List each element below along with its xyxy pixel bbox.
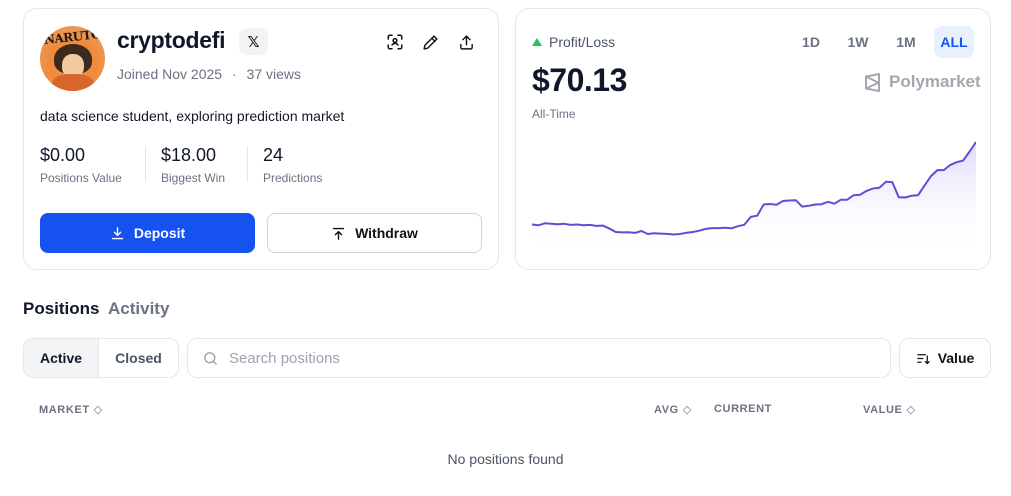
column-label: CURRENT: [714, 403, 772, 415]
pnl-label: Profit/Loss: [549, 34, 616, 50]
filter-closed[interactable]: Closed: [99, 339, 178, 377]
column-label: MARKET: [39, 403, 90, 416]
pencil-icon: [422, 34, 438, 50]
column-header-market[interactable]: MARKET ◇: [39, 403, 103, 417]
meta-separator: ·: [231, 66, 237, 82]
deposit-button[interactable]: Deposit: [40, 213, 255, 253]
sort-button[interactable]: Value: [899, 338, 991, 378]
profile-meta: Joined Nov 2025 · 37 views: [117, 66, 301, 82]
sort-toggle-icon: ◇: [906, 404, 916, 416]
search-icon: [204, 351, 217, 365]
brand-name: Polymarket: [889, 72, 981, 91]
empty-state: No positions found: [447, 451, 564, 467]
deposit-label: Deposit: [133, 225, 186, 241]
sort-icon: [916, 353, 930, 364]
search-box: [187, 338, 891, 378]
trend-up-icon: [532, 38, 542, 46]
upload-icon: [332, 227, 345, 240]
stat-label: Predictions: [263, 171, 323, 185]
filter-active[interactable]: Active: [24, 339, 100, 377]
edit-profile-button[interactable]: [419, 31, 441, 53]
pnl-value: $70.13: [532, 62, 627, 98]
avatar-cloth: [52, 74, 94, 91]
avatar[interactable]: NARUTO: [40, 26, 105, 91]
profit-loss-card: Profit/Loss $70.13 All-Time 1D 1W 1M ALL…: [515, 8, 991, 270]
column-label: AVG: [654, 403, 679, 416]
share-button[interactable]: [455, 31, 477, 53]
sort-toggle-icon: ◇: [93, 404, 103, 416]
sort-toggle-icon: ◇: [682, 404, 692, 416]
stat-positions-value: $0.00 Positions Value: [40, 145, 122, 185]
profile-bio: data science student, exploring predicti…: [40, 108, 345, 124]
polymarket-brand: Polymarket: [864, 72, 981, 92]
qr-scan-button[interactable]: [384, 31, 406, 53]
stat-divider: [145, 146, 146, 182]
stat-label: Positions Value: [40, 171, 122, 185]
column-header-avg[interactable]: AVG ◇: [654, 403, 692, 417]
pnl-period-label: All-Time: [532, 107, 576, 121]
search-input[interactable]: [229, 349, 829, 367]
view-count: 37 views: [246, 66, 301, 82]
range-1d[interactable]: 1D: [794, 26, 828, 58]
profile-card: NARUTO cryptodefi 𝕏 Joined Nov 2025 · 37…: [23, 8, 499, 270]
stat-label: Biggest Win: [161, 171, 226, 185]
share-icon: [459, 34, 473, 50]
column-label: VALUE: [863, 403, 903, 416]
column-header-current: CURRENT: [714, 403, 772, 415]
stat-divider: [247, 146, 248, 182]
range-1m[interactable]: 1M: [889, 26, 923, 58]
sort-label: Value: [937, 350, 975, 366]
withdraw-button[interactable]: Withdraw: [267, 213, 482, 253]
download-icon: [111, 226, 124, 239]
username: cryptodefi: [117, 27, 226, 53]
withdraw-label: Withdraw: [355, 225, 418, 241]
range-1w[interactable]: 1W: [841, 26, 875, 58]
range-all[interactable]: ALL: [934, 26, 974, 58]
joined-date: Joined Nov 2025: [117, 66, 223, 82]
pnl-header: Profit/Loss: [532, 34, 615, 50]
stat-value: $0.00: [40, 145, 86, 165]
pnl-chart: [532, 141, 976, 254]
qr-scan-icon: [387, 34, 403, 50]
tab-positions[interactable]: Positions: [23, 299, 100, 319]
pnl-area-fill: [532, 142, 976, 254]
stat-value: 24: [263, 145, 284, 165]
x-social-link[interactable]: 𝕏: [239, 28, 268, 55]
status-filter: Active Closed: [23, 338, 179, 378]
stat-biggest-win: $18.00 Biggest Win: [161, 145, 225, 185]
polymarket-logo-icon: [865, 72, 880, 92]
stat-predictions: 24 Predictions: [263, 145, 322, 185]
stat-value: $18.00: [161, 145, 217, 165]
tab-activity[interactable]: Activity: [108, 299, 169, 319]
column-header-value[interactable]: VALUE ◇: [863, 403, 916, 417]
